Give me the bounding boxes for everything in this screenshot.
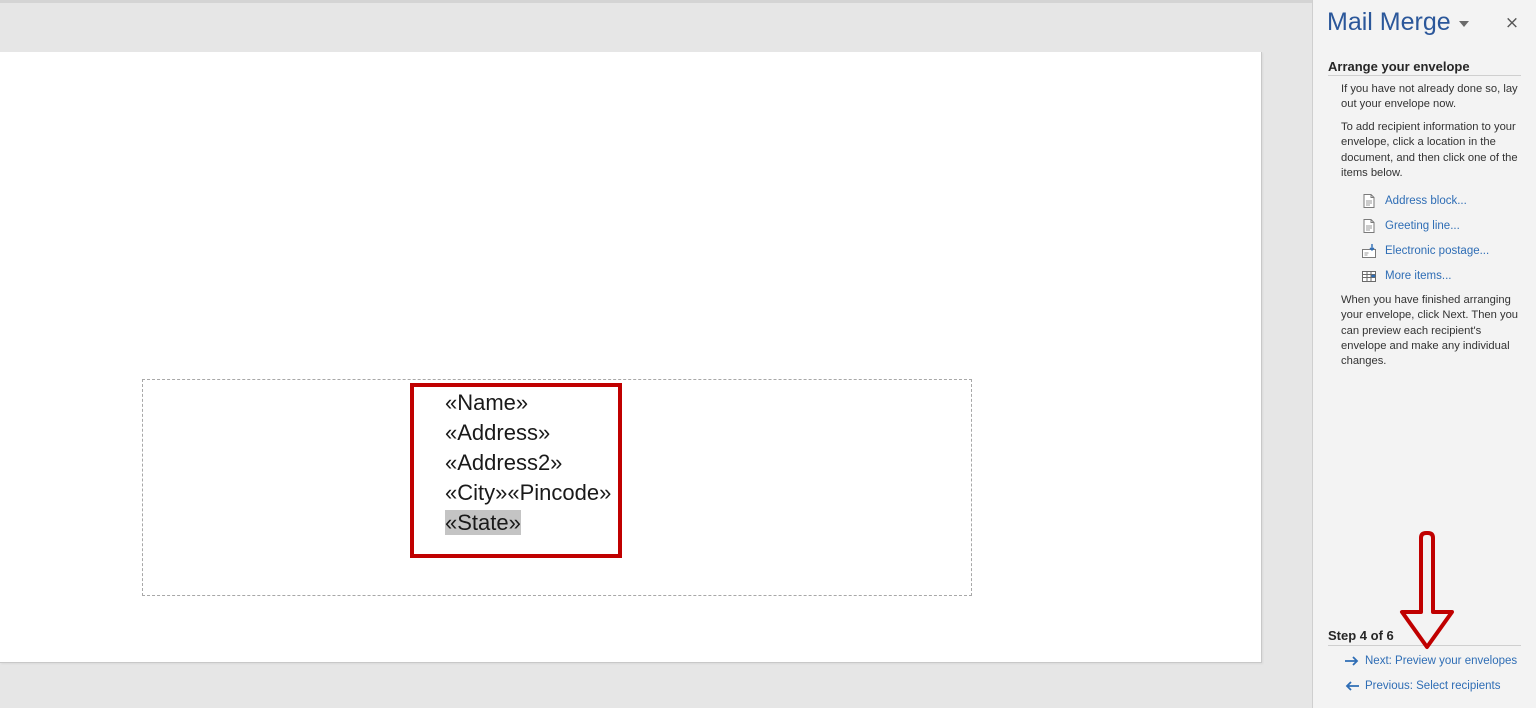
section-heading: Arrange your envelope [1328,59,1521,76]
merge-field-address2[interactable]: «Address2» [445,448,611,478]
intro-text: If you have not already done so, lay out… [1341,83,1518,111]
close-icon[interactable]: × [1501,12,1523,34]
postage-icon [1361,243,1377,259]
arrow-right-icon [1344,655,1360,667]
pane-options-chevron-down-icon[interactable] [1453,14,1475,36]
instructions-text: To add recipient information to your env… [1341,121,1518,179]
merge-field-state[interactable]: «State» [445,508,611,538]
address-block-link[interactable]: Address block... [1361,188,1489,213]
merge-item-list: Address block... Greeting line... Electr… [1361,188,1489,288]
merge-field-list: «Name» «Address» «Address2» «City»«Pinco… [445,388,611,538]
next-step-link[interactable]: Next: Preview your envelopes [1344,652,1517,670]
merge-field-address[interactable]: «Address» [445,418,611,448]
merge-field-name[interactable]: «Name» [445,388,611,418]
finish-instructions-text: When you have finished arranging your en… [1341,294,1519,368]
greeting-line-link[interactable]: Greeting line... [1361,213,1489,238]
address-frame[interactable]: «Name» «Address» «Address2» «City»«Pinco… [142,379,972,596]
more-items-link[interactable]: More items... [1361,263,1489,288]
pane-title: Mail Merge [1327,8,1451,36]
merge-field-city-pincode[interactable]: «City»«Pincode» [445,478,611,508]
mail-merge-pane: Mail Merge × Arrange your envelope If yo… [1312,0,1536,708]
document-icon [1361,218,1377,234]
previous-step-link[interactable]: Previous: Select recipients [1344,677,1501,695]
electronic-postage-link[interactable]: Electronic postage... [1361,238,1489,263]
step-indicator: Step 4 of 6 [1328,628,1521,646]
envelope-page[interactable]: «Name» «Address» «Address2» «City»«Pinco… [0,52,1262,663]
arrow-left-icon [1344,680,1360,692]
table-icon [1361,268,1377,284]
document-workspace[interactable]: «Name» «Address» «Address2» «City»«Pinco… [0,0,1312,708]
document-icon [1361,193,1377,209]
